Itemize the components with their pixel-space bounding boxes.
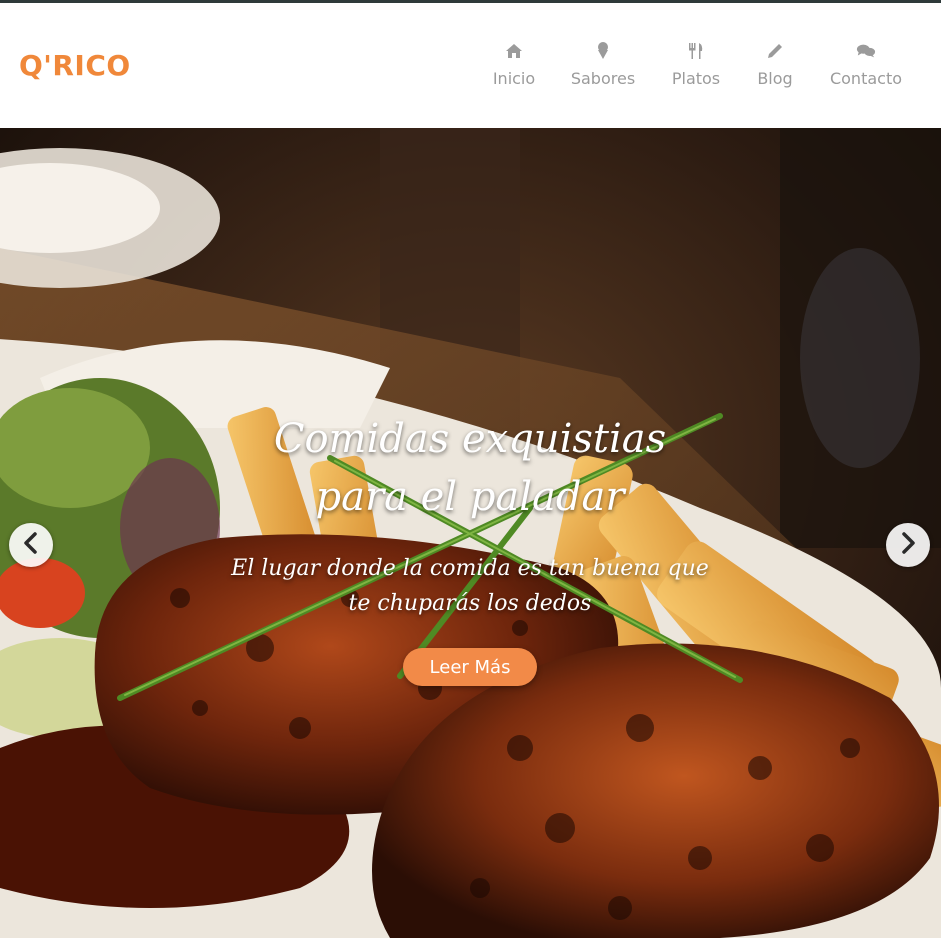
site-header: Q'RICO Inicio Sabores Platos Blog Contac… [0, 3, 941, 128]
hero-carousel: Comidas exquistias para el paladar El lu… [0, 128, 941, 938]
chat-bubbles-icon [856, 41, 876, 61]
hero-food-image [0, 128, 941, 938]
nav-label: Sabores [570, 69, 636, 88]
chevron-right-icon [900, 532, 916, 558]
utensils-icon [686, 41, 706, 61]
read-more-button[interactable]: Leer Más [403, 648, 537, 686]
nav-label: Platos [671, 69, 721, 88]
carousel-prev-button[interactable] [9, 523, 53, 567]
nav-label: Inicio [492, 69, 536, 88]
nav-label: Contacto [829, 69, 903, 88]
chevron-left-icon [23, 532, 39, 558]
nav-item-blog[interactable]: Blog [735, 41, 815, 101]
nav-item-contacto[interactable]: Contacto [826, 41, 906, 101]
nav-item-inicio[interactable]: Inicio [474, 41, 554, 101]
nav-label: Blog [757, 69, 793, 88]
pencil-icon [765, 41, 785, 61]
hero-subtitle: El lugar donde la comida es tan buena qu… [231, 556, 709, 616]
nav-item-sabores[interactable]: Sabores [563, 41, 643, 101]
hero-title: Comidas exquistias para el paladar [273, 416, 667, 520]
ice-cream-icon [593, 41, 613, 61]
main-nav: Inicio Sabores Platos Blog Contacto [0, 41, 941, 101]
nav-item-platos[interactable]: Platos [656, 41, 736, 101]
carousel-next-button[interactable] [886, 523, 930, 567]
home-icon [504, 41, 524, 61]
